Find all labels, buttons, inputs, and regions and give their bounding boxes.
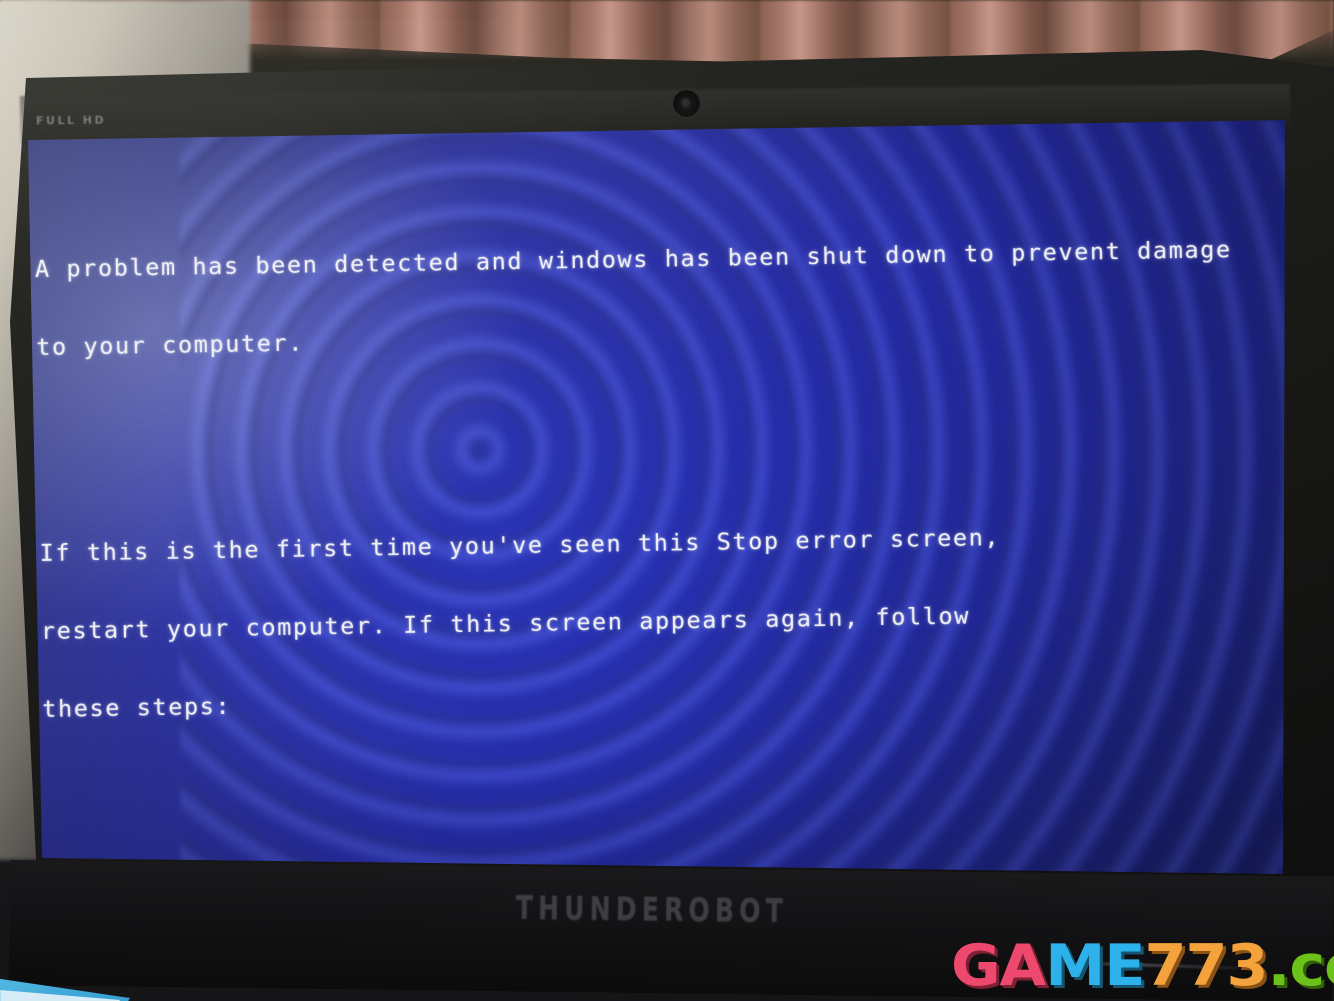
watermark-part-me: ME [1045, 933, 1145, 999]
bsod-line: If this is the first time you've seen th… [39, 523, 1001, 567]
watermark-part-773: 773 [1144, 933, 1269, 999]
watermark-part-dot: . [1267, 933, 1290, 999]
photo-scene: FULL HD A problem has been detected and … [0, 0, 1334, 1001]
intro-paragraph: A problem has been detected and windows … [34, 183, 1285, 412]
bsod-line: A problem has been detected and windows … [34, 235, 1232, 283]
watermark-game773: GAME773.com [951, 938, 1334, 995]
watermark-part-com: com [1289, 933, 1334, 999]
full-hd-label: FULL HD [35, 113, 107, 128]
lcd-screen: A problem has been detected and windows … [28, 120, 1285, 874]
bsod-line: restart your computer. If this screen ap… [40, 601, 971, 645]
first-time-paragraph: If this is the first time you've seen th… [39, 467, 1285, 774]
webcam-lens-dot [681, 98, 690, 107]
thunderobot-brand-logo: THUNDEROBOT [515, 890, 789, 930]
bsod-line: these steps: [42, 691, 232, 723]
bsod-line: to your computer. [36, 328, 305, 361]
watermark-part-ga: GA [951, 933, 1046, 999]
